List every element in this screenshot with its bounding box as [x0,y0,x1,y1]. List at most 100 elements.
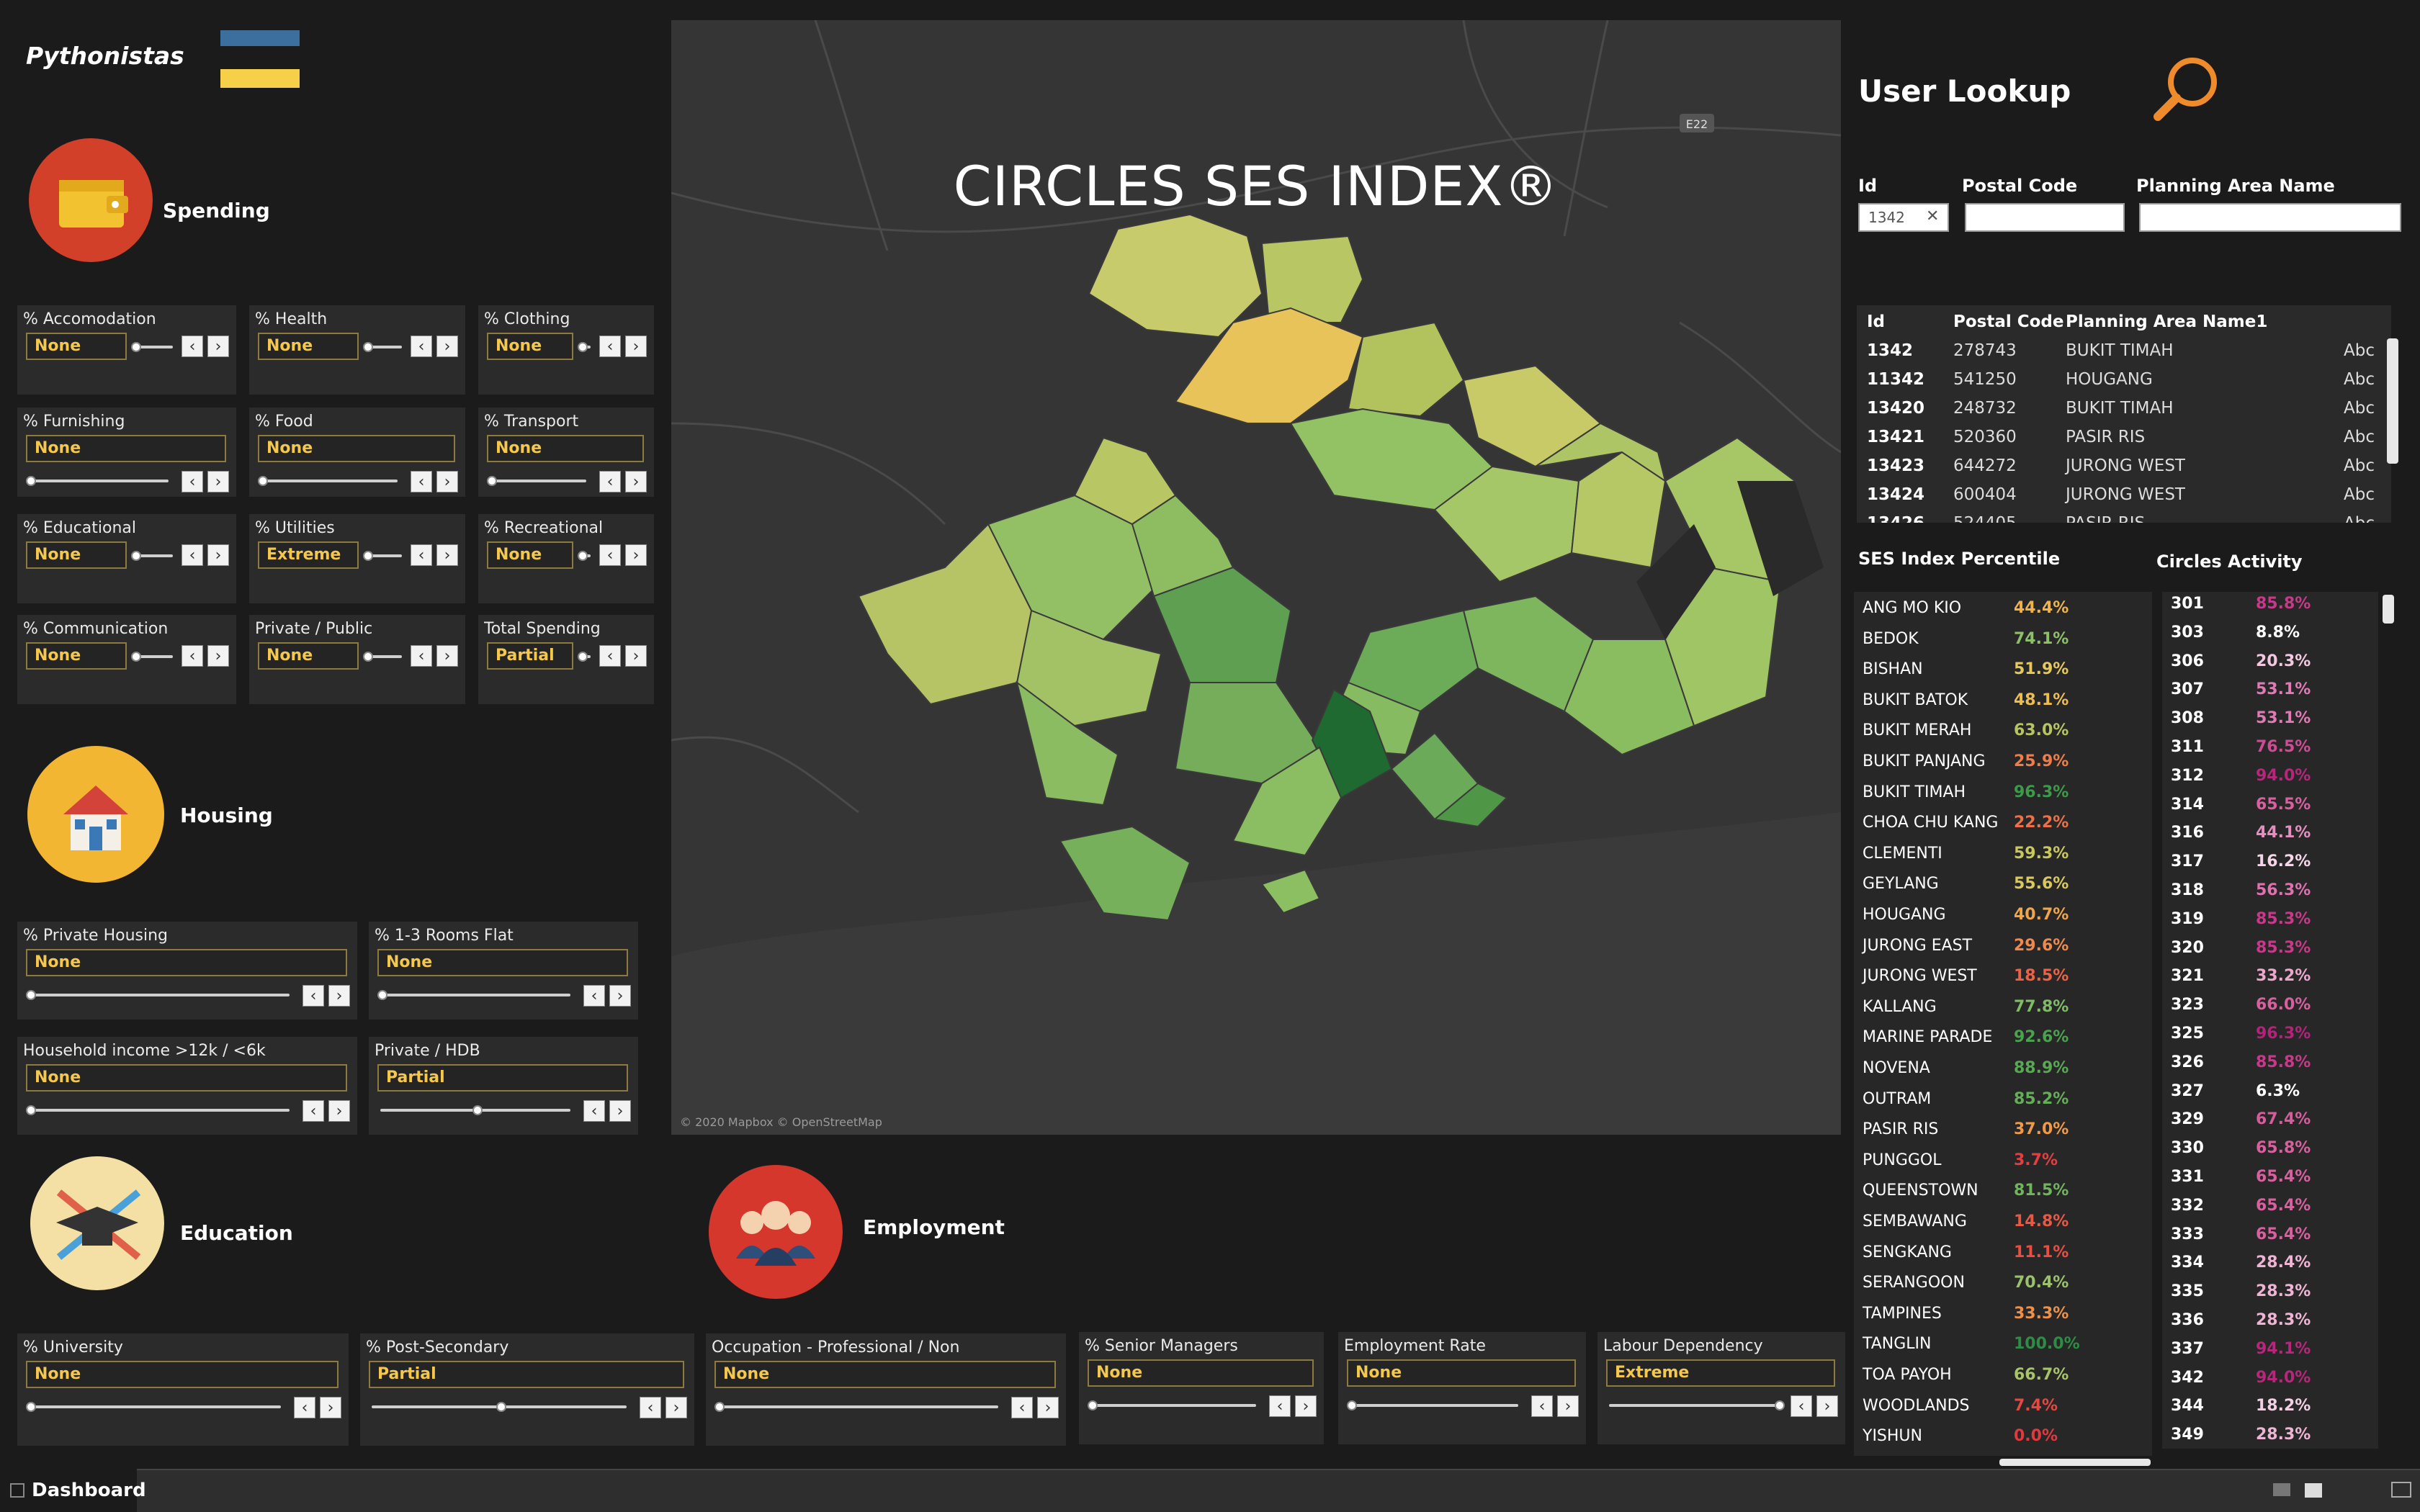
filter-value[interactable]: Partial [369,1361,684,1388]
filter-slider[interactable] [1350,1404,1518,1407]
next-button[interactable]: › [1557,1395,1579,1417]
slider-knob[interactable] [472,1105,483,1115]
filter-value[interactable]: None [487,435,644,462]
filter-value[interactable]: None [26,1064,347,1092]
next-button[interactable]: › [320,1397,341,1418]
prev-button[interactable]: ‹ [182,544,203,566]
prev-button[interactable]: ‹ [640,1397,661,1418]
filter-value[interactable]: None [26,333,127,360]
presentation-icon[interactable] [2391,1482,2411,1498]
filter-slider[interactable] [490,480,586,482]
ses-scrollbar[interactable] [1999,1459,2151,1466]
prev-button[interactable]: ‹ [411,336,432,357]
filter-slider[interactable] [261,480,398,482]
prev-button[interactable]: ‹ [182,336,203,357]
filter-value[interactable]: None [26,541,127,569]
filter-value[interactable]: None [258,642,359,670]
filter-value[interactable]: Extreme [1606,1359,1835,1387]
filter-slider[interactable] [717,1405,998,1408]
prev-button[interactable]: ‹ [302,985,324,1007]
filter-value[interactable]: None [26,435,226,462]
slider-knob[interactable] [714,1402,725,1412]
filter-value[interactable]: None [26,642,127,670]
slider-knob[interactable] [26,990,36,1000]
next-button[interactable]: › [436,336,458,357]
next-button[interactable]: › [207,471,229,492]
next-button[interactable]: › [207,645,229,667]
layout-icon[interactable] [2273,1483,2290,1496]
slider-knob[interactable] [1347,1400,1357,1410]
next-button[interactable]: › [1816,1395,1838,1417]
filter-value[interactable]: None [26,949,347,976]
filter-value[interactable]: None [1088,1359,1314,1387]
prev-button[interactable]: ‹ [583,1100,605,1122]
slider-knob[interactable] [1775,1400,1785,1410]
prev-button[interactable]: ‹ [294,1397,315,1418]
slider-knob[interactable] [131,551,141,561]
next-button[interactable]: › [1037,1397,1059,1418]
prev-button[interactable]: ‹ [182,645,203,667]
ses-map[interactable]: E22 CIRCLES SES INDEX® © 2020 Mapbox © O… [671,20,1841,1135]
next-button[interactable]: › [328,985,350,1007]
fullscreen-icon[interactable] [2305,1483,2322,1498]
slider-knob[interactable] [363,342,373,352]
filter-value[interactable]: None [258,333,359,360]
user-table[interactable]: Id Postal Code Planning Area Name1 1342 2… [1857,305,2391,523]
postal-code-input[interactable] [1965,203,2125,232]
filter-value[interactable]: Extreme [258,541,359,569]
prev-button[interactable]: ‹ [1791,1395,1812,1417]
prev-button[interactable]: ‹ [1011,1397,1033,1418]
filter-slider[interactable] [29,994,290,996]
next-button[interactable]: › [436,544,458,566]
slider-knob[interactable] [578,652,588,662]
slider-knob[interactable] [377,990,387,1000]
next-button[interactable]: › [207,336,229,357]
next-button[interactable]: › [609,1100,631,1122]
slider-knob[interactable] [363,652,373,662]
slider-knob[interactable] [363,551,373,561]
prev-button[interactable]: ‹ [583,985,605,1007]
slider-knob[interactable] [1088,1400,1098,1410]
slider-knob[interactable] [131,342,141,352]
user-table-scrollbar[interactable] [2387,338,2398,464]
slider-knob[interactable] [258,476,268,486]
prev-button[interactable]: ‹ [411,645,432,667]
next-button[interactable]: › [1295,1395,1317,1417]
slider-knob[interactable] [131,652,141,662]
prev-button[interactable]: ‹ [411,471,432,492]
filter-value[interactable]: None [26,1361,339,1388]
filter-value[interactable]: Partial [377,1064,628,1092]
slider-knob[interactable] [578,342,588,352]
filter-slider[interactable] [29,1109,290,1112]
next-button[interactable]: › [207,544,229,566]
slider-knob[interactable] [26,1105,36,1115]
activity-scrollbar[interactable] [2383,595,2394,624]
next-button[interactable]: › [625,336,647,357]
circles-activity-list[interactable]: 301 85.8% 303 8.8% 306 20.3% 307 53.1% 308 53.1% 3… [2162,592,2378,1449]
prev-button[interactable]: ‹ [1269,1395,1291,1417]
prev-button[interactable]: ‹ [599,336,621,357]
filter-value[interactable]: None [487,541,573,569]
next-button[interactable]: › [625,471,647,492]
filter-value[interactable]: None [714,1361,1056,1388]
ses-index-list[interactable]: ANG MO KIO 44.4% BEDOK 74.1% BISHAN 51.9% BUKI… [1854,592,2152,1456]
slider-knob[interactable] [26,1402,36,1412]
filter-value[interactable]: None [487,333,573,360]
clear-icon[interactable]: ✕ [1926,207,1939,225]
prev-button[interactable]: ‹ [182,471,203,492]
slider-knob[interactable] [487,476,497,486]
filter-value[interactable]: None [377,949,628,976]
filter-value[interactable]: None [1347,1359,1576,1387]
next-button[interactable]: › [436,645,458,667]
prev-button[interactable]: ‹ [1531,1395,1553,1417]
next-button[interactable]: › [666,1397,687,1418]
filter-value[interactable]: None [258,435,455,462]
next-button[interactable]: › [625,645,647,667]
next-button[interactable]: › [625,544,647,566]
prev-button[interactable]: ‹ [302,1100,324,1122]
next-button[interactable]: › [328,1100,350,1122]
filter-slider[interactable] [29,1405,281,1408]
next-button[interactable]: › [609,985,631,1007]
slider-knob[interactable] [496,1402,506,1412]
next-button[interactable]: › [436,471,458,492]
